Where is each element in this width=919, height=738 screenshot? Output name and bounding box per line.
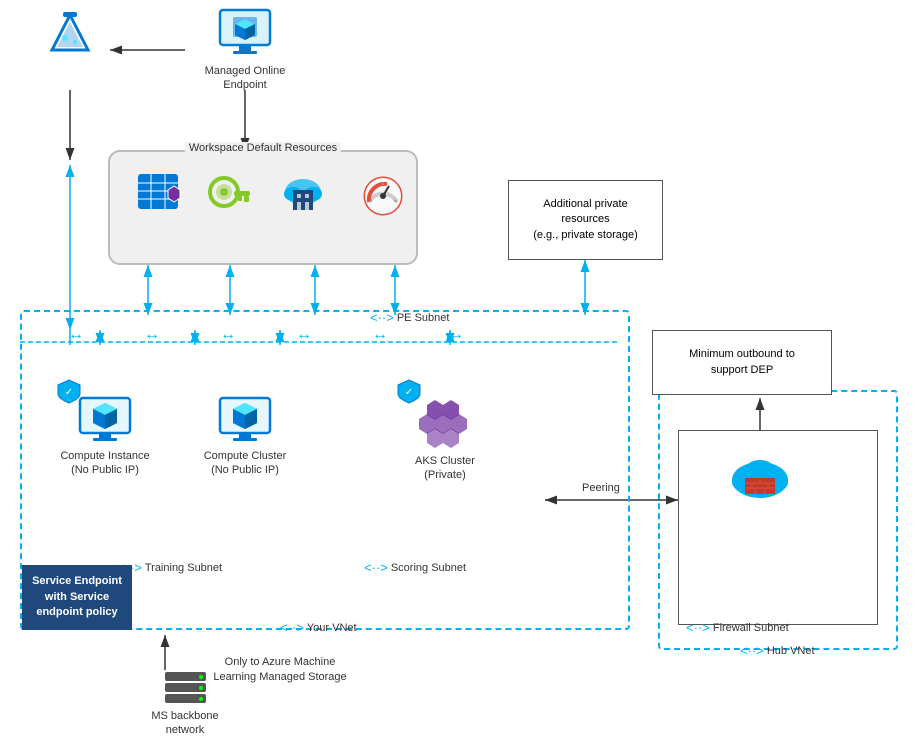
scoring-subnet-text: Scoring Subnet (391, 562, 466, 574)
managed-online-endpoint-label: Managed OnlineEndpoint (205, 64, 286, 93)
aks-cluster-icon: ✓ AKS Cluster(Private) (390, 395, 500, 483)
peering-text: Peering (582, 482, 620, 494)
svg-text:✓: ✓ (405, 387, 413, 398)
storage-icon (275, 172, 330, 217)
compute-cluster-label: Compute Cluster(No Public IP) (204, 449, 287, 478)
additional-private-resources-box: Additional privateresources(e.g., privat… (508, 180, 663, 260)
workspace-label: Workspace Default Resources (185, 142, 341, 154)
managed-storage-note: Only to Azure MachineLearning Managed St… (200, 655, 360, 686)
table-icon (130, 172, 190, 217)
hub-vnet-text: Hub VNet (767, 645, 815, 657)
diagram-container: Managed OnlineEndpoint Workspace Default… (0, 0, 919, 735)
hub-vnet-label: <··> Hub VNet (740, 643, 815, 658)
monitor-gauge-icon (355, 172, 410, 217)
additional-private-resources-label: Additional privateresources(e.g., privat… (533, 197, 638, 243)
compute-instance-icon: ✓ Compute Instance(No Public IP) (50, 395, 160, 478)
training-subnet-label: <··> Training Subnet (118, 560, 222, 575)
firewall-icon (720, 450, 800, 505)
compute-instance-label: Compute Instance(No Public IP) (60, 449, 149, 478)
your-vnet-chevron: <··> (280, 620, 304, 635)
your-vnet-text: Your VNet (307, 622, 357, 634)
pe-subnet-line (20, 337, 630, 347)
your-vnet-label: <··> Your VNet (280, 620, 357, 635)
pe-subnet-text: PE Subnet (397, 312, 450, 324)
managed-storage-note-text: Only to Azure MachineLearning Managed St… (213, 656, 346, 683)
scoring-subnet-label: <··> Scoring Subnet (364, 560, 466, 575)
pe-subnet-chevron: <··> (370, 310, 394, 325)
key-icon (200, 172, 255, 217)
hub-vnet-chevron: <··> (740, 643, 764, 658)
managed-online-endpoint-icon: Managed OnlineEndpoint (190, 5, 300, 93)
workspace-default-box: Workspace Default Resources (108, 150, 418, 265)
compute-cluster-icon: Compute Cluster(No Public IP) (190, 395, 300, 478)
firewall-subnet-label: <··> Firewall Subnet (686, 620, 789, 635)
service-endpoint-box: Service Endpointwith Serviceendpoint pol… (22, 565, 132, 630)
min-outbound-box: Minimum outbound tosupport DEP (652, 330, 832, 395)
svg-text:✓: ✓ (65, 387, 73, 398)
aks-cluster-label: AKS Cluster(Private) (415, 454, 475, 483)
min-outbound-label: Minimum outbound tosupport DEP (689, 347, 795, 378)
scoring-chevron: <··> (364, 560, 388, 575)
peering-label: Peering (582, 482, 620, 494)
service-endpoint-label: Service Endpointwith Serviceendpoint pol… (32, 574, 122, 620)
azure-ml-icon (35, 10, 105, 65)
firewall-subnet-chevron: <··> (686, 620, 710, 635)
ms-backbone-label: MS backbonenetwork (151, 709, 218, 738)
firewall-subnet-text: Firewall Subnet (713, 622, 789, 634)
pe-subnet-label: <··> PE Subnet (370, 310, 449, 325)
training-subnet-text: Training Subnet (145, 562, 222, 574)
